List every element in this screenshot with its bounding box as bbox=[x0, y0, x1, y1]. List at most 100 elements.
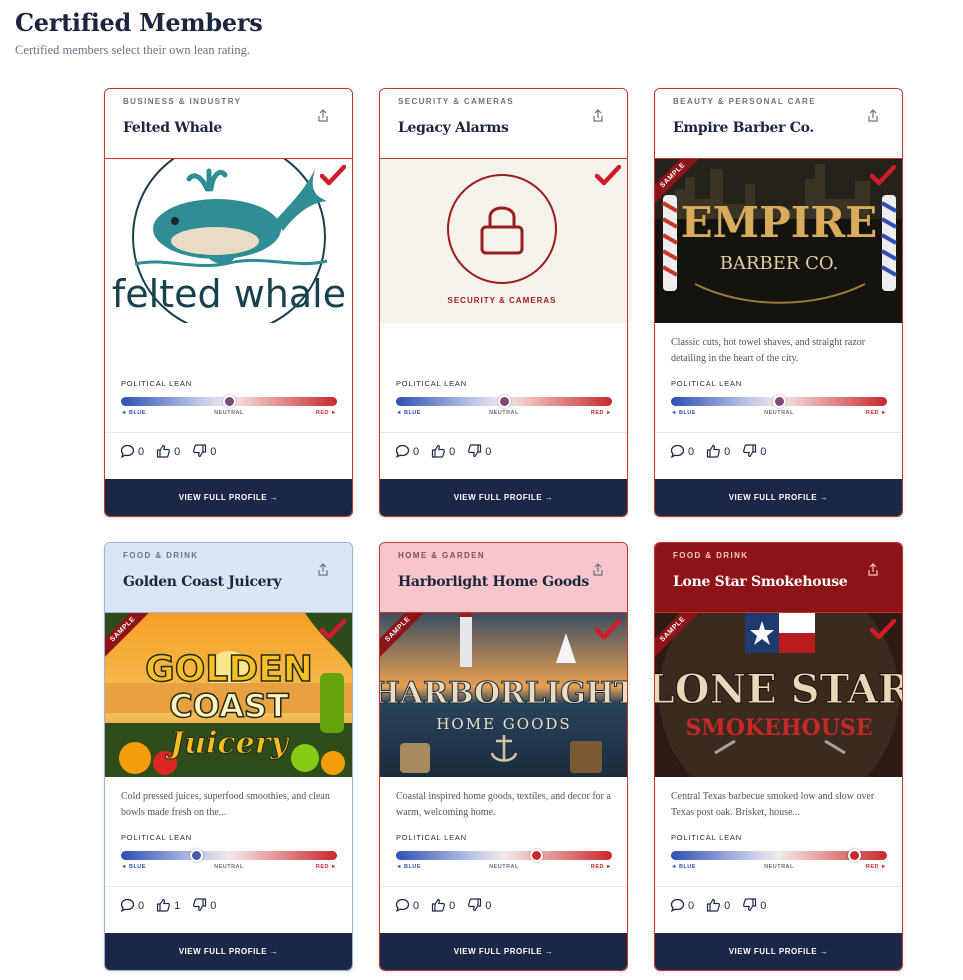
card-business-name[interactable]: Golden Coast Juicery bbox=[123, 574, 282, 590]
like-count: 0 bbox=[449, 900, 456, 912]
card-business-name[interactable]: Harborlight Home Goods bbox=[398, 574, 589, 590]
view-full-profile-button[interactable]: VIEW FULL PROFILE → bbox=[655, 479, 902, 516]
member-card[interactable]: BUSINESS & INDUSTRY Felted Whale felted … bbox=[104, 88, 353, 517]
dislike-count: 0 bbox=[210, 446, 217, 458]
member-card[interactable]: HOME & GARDEN Harborlight Home Goods HAR… bbox=[379, 542, 628, 971]
likes-stat[interactable]: 1 bbox=[156, 898, 180, 915]
lean-tick-blue: ◄ BLUE bbox=[396, 410, 421, 416]
member-card[interactable]: FOOD & DRINK Lone Star Smokehouse LONE S… bbox=[654, 542, 903, 971]
card-divider bbox=[380, 432, 627, 433]
likes-stat[interactable]: 0 bbox=[706, 898, 730, 915]
lean-bar bbox=[396, 849, 612, 862]
view-full-profile-button[interactable]: VIEW FULL PROFILE → bbox=[105, 933, 352, 970]
card-header: HOME & GARDEN Harborlight Home Goods bbox=[380, 543, 627, 613]
view-full-profile-button[interactable]: VIEW FULL PROFILE → bbox=[655, 933, 902, 970]
lean-tick-red: RED ► bbox=[590, 864, 612, 870]
lean-tick-neutral: NEUTRAL bbox=[214, 864, 244, 870]
political-lean-meter: POLITICAL LEAN ◄ BLUE NEUTRAL RED ► bbox=[396, 833, 612, 874]
political-lean-meter: POLITICAL LEAN ◄ BLUE NEUTRAL RED ► bbox=[671, 379, 887, 420]
lean-tick-neutral: NEUTRAL bbox=[489, 410, 519, 416]
card-business-name[interactable]: Lone Star Smokehouse bbox=[673, 574, 848, 590]
comments-stat[interactable]: 0 bbox=[120, 898, 144, 915]
dislike-count: 0 bbox=[760, 446, 767, 458]
card-logo-image[interactable]: GOLDEN COAST Juicery SAMPLE bbox=[105, 613, 352, 777]
comments-stat[interactable]: 0 bbox=[120, 444, 144, 461]
card-logo-image[interactable]: SECURITY & CAMERAS bbox=[380, 159, 627, 323]
political-lean-meter: POLITICAL LEAN ◄ BLUE NEUTRAL RED ► bbox=[396, 379, 612, 420]
card-stats: 0 0 0 bbox=[670, 897, 778, 915]
thumbs-down-icon bbox=[192, 897, 210, 915]
dislikes-stat[interactable]: 0 bbox=[467, 897, 492, 915]
political-lean-meter: POLITICAL LEAN ◄ BLUE NEUTRAL RED ► bbox=[121, 833, 337, 874]
comments-stat[interactable]: 0 bbox=[670, 444, 694, 461]
like-count: 1 bbox=[174, 900, 181, 912]
card-logo-image[interactable]: LONE STAR SMOKEHOUSE SAMPLE bbox=[655, 613, 902, 777]
comment-icon bbox=[120, 898, 138, 915]
comment-count: 0 bbox=[688, 900, 695, 912]
card-business-name[interactable]: Felted Whale bbox=[123, 120, 222, 136]
likes-stat[interactable]: 0 bbox=[706, 444, 730, 461]
comment-count: 0 bbox=[413, 446, 420, 458]
svg-text:Juicery: Juicery bbox=[165, 726, 291, 761]
card-logo-image[interactable]: EMPIRE BARBER CO. SAMPLE bbox=[655, 159, 902, 323]
card-divider bbox=[380, 886, 627, 887]
lean-indicator bbox=[772, 395, 786, 408]
member-card[interactable]: BEAUTY & PERSONAL CARE Empire Barber Co.… bbox=[654, 88, 903, 517]
dislikes-stat[interactable]: 0 bbox=[467, 443, 491, 461]
dislike-count: 0 bbox=[485, 900, 492, 912]
svg-text:felted whale: felted whale bbox=[112, 272, 346, 316]
card-header: FOOD & DRINK Lone Star Smokehouse bbox=[655, 543, 902, 613]
card-category: HOME & GARDEN bbox=[398, 551, 486, 560]
card-logo-image[interactable]: HARBORLIGHT HOME GOODS SAMPLE bbox=[380, 613, 627, 777]
political-lean-meter: POLITICAL LEAN ◄ BLUE NEUTRAL RED ► bbox=[121, 379, 337, 420]
view-full-profile-button[interactable]: VIEW FULL PROFILE → bbox=[105, 479, 352, 516]
share-icon[interactable] bbox=[591, 563, 605, 577]
svg-text:SECURITY & CAMERAS: SECURITY & CAMERAS bbox=[448, 296, 557, 305]
likes-stat[interactable]: 0 bbox=[156, 444, 180, 461]
member-card[interactable]: SECURITY & CAMERAS Legacy Alarms SECURIT… bbox=[379, 88, 628, 517]
card-business-name[interactable]: Legacy Alarms bbox=[398, 120, 509, 136]
card-stats: 0 0 0 bbox=[395, 443, 503, 461]
like-count: 0 bbox=[724, 446, 731, 458]
likes-stat[interactable]: 0 bbox=[431, 898, 455, 915]
card-category: FOOD & DRINK bbox=[673, 551, 749, 560]
card-header: FOOD & DRINK Golden Coast Juicery bbox=[105, 543, 352, 613]
share-icon[interactable] bbox=[591, 109, 605, 123]
certified-check-icon bbox=[595, 619, 621, 641]
card-stats: 0 0 0 bbox=[670, 443, 778, 461]
view-full-profile-button[interactable]: VIEW FULL PROFILE → bbox=[380, 479, 627, 516]
card-logo-image[interactable]: felted whale bbox=[105, 159, 352, 323]
comments-stat[interactable]: 0 bbox=[395, 898, 419, 915]
lean-bar bbox=[396, 395, 612, 408]
svg-text:COAST: COAST bbox=[169, 687, 289, 725]
lean-indicator bbox=[529, 849, 543, 862]
certified-check-icon bbox=[320, 619, 346, 641]
comment-icon bbox=[395, 898, 413, 915]
svg-text:HARBORLIGHT: HARBORLIGHT bbox=[380, 676, 627, 711]
share-icon[interactable] bbox=[866, 563, 880, 577]
lean-tick-neutral: NEUTRAL bbox=[489, 864, 519, 870]
card-divider bbox=[105, 886, 352, 887]
lean-label: POLITICAL LEAN bbox=[121, 379, 192, 388]
svg-text:GOLDEN: GOLDEN bbox=[145, 649, 313, 690]
lean-label: POLITICAL LEAN bbox=[671, 833, 742, 842]
view-full-profile-button[interactable]: VIEW FULL PROFILE → bbox=[380, 933, 627, 970]
comments-stat[interactable]: 0 bbox=[670, 898, 694, 915]
member-card[interactable]: FOOD & DRINK Golden Coast Juicery GOLDEN bbox=[104, 542, 353, 971]
likes-stat[interactable]: 0 bbox=[431, 444, 455, 461]
comment-count: 0 bbox=[413, 900, 420, 912]
dislikes-stat[interactable]: 0 bbox=[742, 897, 766, 915]
dislike-count: 0 bbox=[210, 900, 217, 912]
share-icon[interactable] bbox=[316, 109, 330, 123]
share-icon[interactable] bbox=[866, 109, 880, 123]
share-icon[interactable] bbox=[316, 563, 330, 577]
dislikes-stat[interactable]: 0 bbox=[192, 443, 217, 461]
comments-stat[interactable]: 0 bbox=[395, 444, 419, 461]
dislikes-stat[interactable]: 0 bbox=[742, 443, 767, 461]
lean-bar bbox=[121, 395, 337, 408]
dislikes-stat[interactable]: 0 bbox=[192, 897, 217, 915]
lean-indicator bbox=[222, 395, 236, 408]
like-count: 0 bbox=[724, 900, 731, 912]
card-business-name[interactable]: Empire Barber Co. bbox=[673, 120, 814, 136]
comment-icon bbox=[395, 444, 413, 461]
